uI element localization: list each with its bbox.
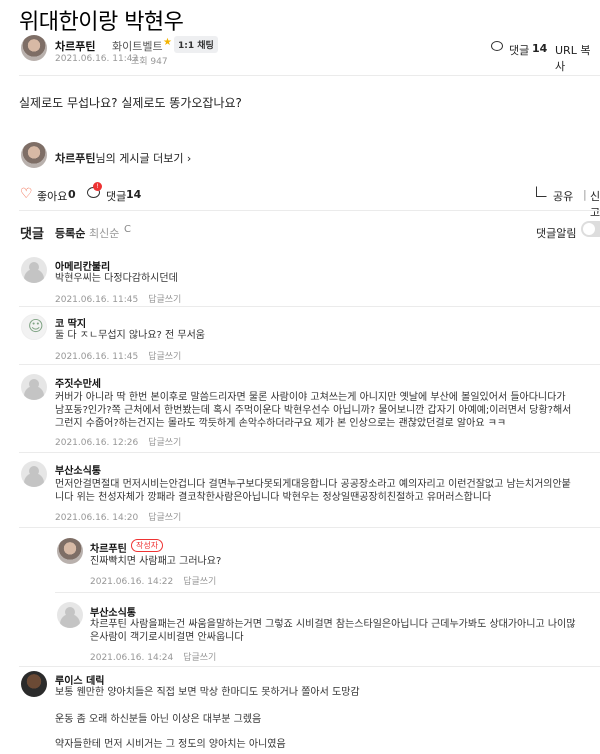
post-body: 실제로도 무섭나요? 실제로도 똥가오잡나요? (19, 96, 242, 110)
comment-text: 진짜빡치면 사람패고 그러나요? (90, 556, 222, 567)
comment-text: 박현우씨는 다정다감하시던데 (55, 273, 178, 284)
author-tag: 작성자 (131, 539, 164, 552)
alarm-label: 댓글알림 (536, 227, 577, 240)
reply-link[interactable]: 답글쓰기 (183, 577, 216, 587)
sort-registered[interactable]: 등록순 (55, 225, 85, 241)
like-label[interactable]: 좋아요 (37, 188, 67, 204)
commenter-avatar[interactable] (21, 374, 47, 400)
new-badge: ! (93, 182, 102, 191)
comment-text: 니다 위는 천성자체가 깡패라 결코착한사람은아닙니다 박현우는 정상일땐공장히… (55, 492, 492, 503)
divider (19, 364, 600, 365)
divider (19, 527, 600, 528)
post-title: 위대한이랑 박현우 (19, 10, 184, 35)
sort-latest[interactable]: 최신순 (89, 225, 119, 241)
comment-date: 2021.06.16. 14:22 (90, 577, 174, 587)
divider (19, 210, 600, 211)
chat-button[interactable]: 1:1 채팅 (174, 36, 218, 53)
share-icon[interactable] (536, 186, 547, 197)
post-date: 2021.06.16. 11:43 (55, 54, 139, 64)
comment-action-label[interactable]: 댓글 (106, 188, 126, 204)
comment-count-top: 14 (532, 42, 548, 55)
comment-meta: 2021.06.16. 14:22 답글쓰기 (90, 574, 226, 587)
more-suffix: 님의 게시글 더보기 › (95, 152, 192, 165)
commenter-avatar[interactable] (21, 257, 47, 283)
comment-date: 2021.06.16. 11:45 (55, 295, 139, 305)
divider (19, 306, 600, 307)
comment-date: 2021.06.16. 11:45 (55, 352, 139, 362)
comment-text: 은사람이 객기로시비걸면 안싸웁니다 (90, 632, 244, 643)
comment-meta: 2021.06.16. 11:45 답글쓰기 (55, 292, 191, 305)
post-views: 조회 947 (131, 57, 168, 67)
star-icon: ★ (163, 37, 172, 48)
alarm-toggle[interactable] (581, 221, 600, 237)
commenter-avatar[interactable] (21, 461, 47, 487)
author-avatar[interactable] (21, 35, 47, 61)
more-posts-link[interactable]: 차르푸틴님의 게시글 더보기 › (55, 150, 191, 166)
report-button[interactable]: 신고 (590, 188, 600, 220)
commenter-name[interactable]: 주짓수만세 (55, 375, 101, 390)
divider-bar: | (583, 188, 587, 201)
comment-text: 보통 웬만한 양아치들은 직접 보면 막상 한마디도 못하거나 쫄아서 도망감 (55, 687, 360, 698)
url-copy-button[interactable]: URL 복사 (555, 42, 600, 74)
more-avatar[interactable] (21, 142, 47, 168)
commenter-avatar[interactable] (21, 314, 47, 340)
commenter-name[interactable]: 차르푸틴 (90, 540, 127, 555)
divider (19, 75, 600, 76)
comment-date: 2021.06.16. 14:20 (55, 513, 139, 523)
reply-link[interactable]: 답글쓰기 (183, 653, 216, 663)
reply-link[interactable]: 답글쓰기 (148, 352, 181, 362)
comments-title: 댓글 (20, 227, 44, 242)
refresh-icon[interactable]: C (124, 224, 131, 235)
comment-text: 그런지 수줍어?하는건지는 몰라도 깍듯하게 손악수하더라구요 제가 본 인상으… (55, 418, 507, 429)
divider (19, 666, 600, 667)
like-count: 0 (68, 188, 76, 201)
comment-meta: 2021.06.16. 14:20 답글쓰기 (55, 510, 191, 523)
comment-icon[interactable] (491, 41, 503, 51)
more-author: 차르푸틴 (55, 152, 96, 165)
commenter-avatar[interactable] (57, 602, 83, 628)
divider (55, 592, 600, 593)
heart-icon[interactable]: ♡ (20, 186, 33, 202)
comment-meta: 2021.06.16. 12:26 답글쓰기 (55, 435, 191, 448)
comment-label-top[interactable]: 댓글 (509, 42, 529, 58)
comment-text: 운동 좀 오래 하신분들 아닌 이상은 대부분 그렜음 (55, 714, 262, 725)
comment-meta: 2021.06.16. 11:45 답글쓰기 (55, 349, 191, 362)
comment-action-count: 14 (126, 188, 142, 201)
comment-date: 2021.06.16. 14:24 (90, 653, 174, 663)
comment-text: 둘 다 ㅈㄴ무섭지 않나요? 전 무서움 (55, 330, 206, 341)
divider (19, 452, 600, 453)
comment-text: 약자들한테 먼저 시비거는 그 정도의 양아치는 아니였음 (55, 739, 286, 750)
comment-meta: 2021.06.16. 14:24 답글쓰기 (90, 650, 226, 663)
author-name[interactable]: 차르푸틴 (55, 38, 95, 54)
comment-date: 2021.06.16. 12:26 (55, 438, 139, 448)
reply-link[interactable]: 답글쓰기 (148, 295, 181, 305)
commenter-avatar[interactable] (57, 538, 83, 564)
commenter-name[interactable]: 부산소식통 (55, 462, 101, 477)
reply-link[interactable]: 답글쓰기 (148, 513, 181, 523)
author-level: 화이트벨트 (112, 40, 163, 53)
share-button[interactable]: 공유 (553, 188, 573, 204)
reply-link[interactable]: 답글쓰기 (148, 438, 181, 448)
commenter-avatar[interactable] (21, 671, 47, 697)
